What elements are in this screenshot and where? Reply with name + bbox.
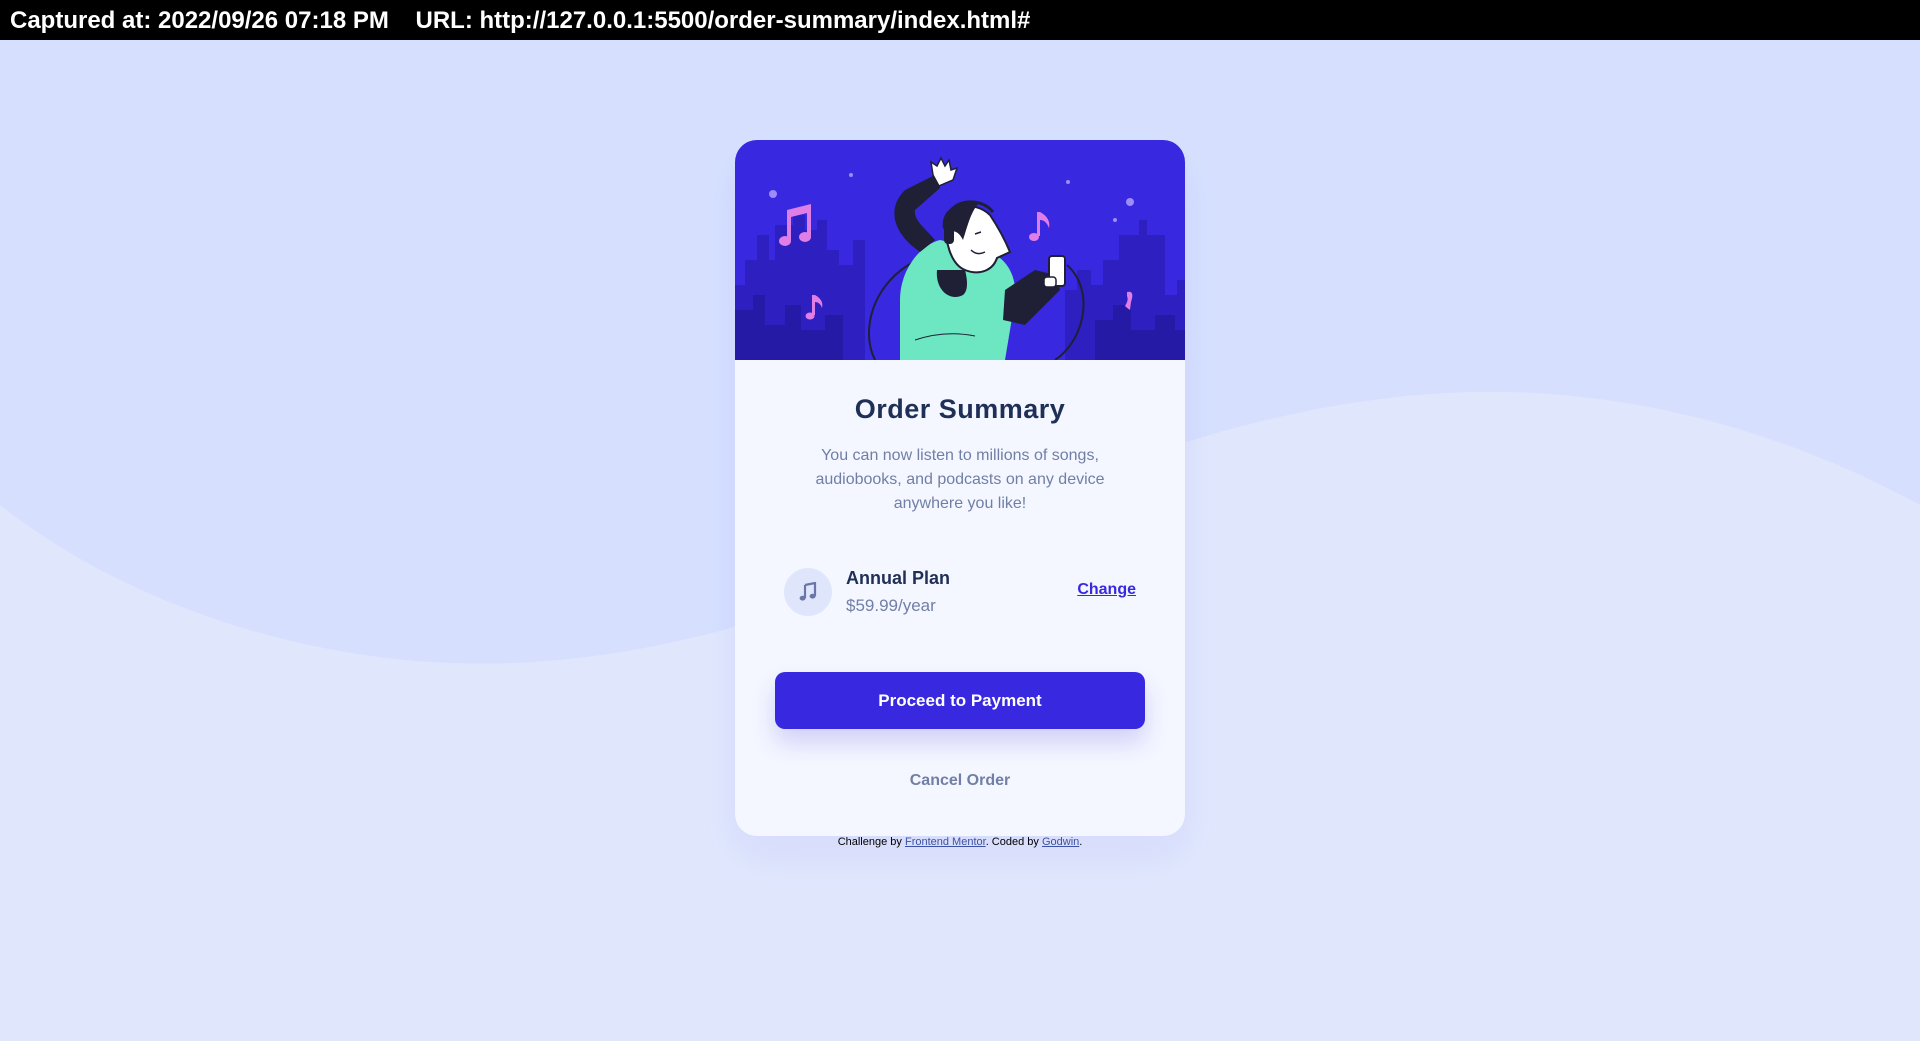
- order-summary-card: Order Summary You can now listen to mill…: [735, 140, 1185, 836]
- music-note-icon: [784, 568, 832, 616]
- attribution-middle: . Coded by: [985, 836, 1042, 848]
- capture-info-bar: Captured at: 2022/09/26 07:18 PM URL: ht…: [0, 0, 1920, 40]
- change-plan-link[interactable]: Change: [1077, 581, 1136, 599]
- author-link[interactable]: Godwin: [1042, 836, 1079, 848]
- captured-at-text: Captured at: 2022/09/26 07:18 PM: [10, 7, 389, 34]
- plan-summary: Annual Plan $59.99/year Change: [784, 568, 1136, 624]
- url-text: URL: http://127.0.0.1:5500/order-summary…: [415, 7, 1031, 34]
- attribution-suffix: .: [1079, 836, 1083, 848]
- proceed-to-payment-button[interactable]: Proceed to Payment: [775, 672, 1145, 729]
- illustration-hero: [735, 140, 1185, 360]
- cancel-order-button[interactable]: Cancel Order: [735, 772, 1185, 790]
- frontend-mentor-link[interactable]: Frontend Mentor: [905, 836, 986, 848]
- plan-price: $59.99/year: [846, 596, 936, 615]
- attribution-prefix: Challenge by: [837, 836, 905, 848]
- attribution-footer: Challenge by Frontend Mentor. Coded by G…: [735, 836, 1185, 848]
- plan-name: Annual Plan: [846, 568, 951, 588]
- page-title: Order Summary: [854, 394, 1066, 424]
- description-text: You can now listen to millions of songs,…: [815, 447, 1105, 512]
